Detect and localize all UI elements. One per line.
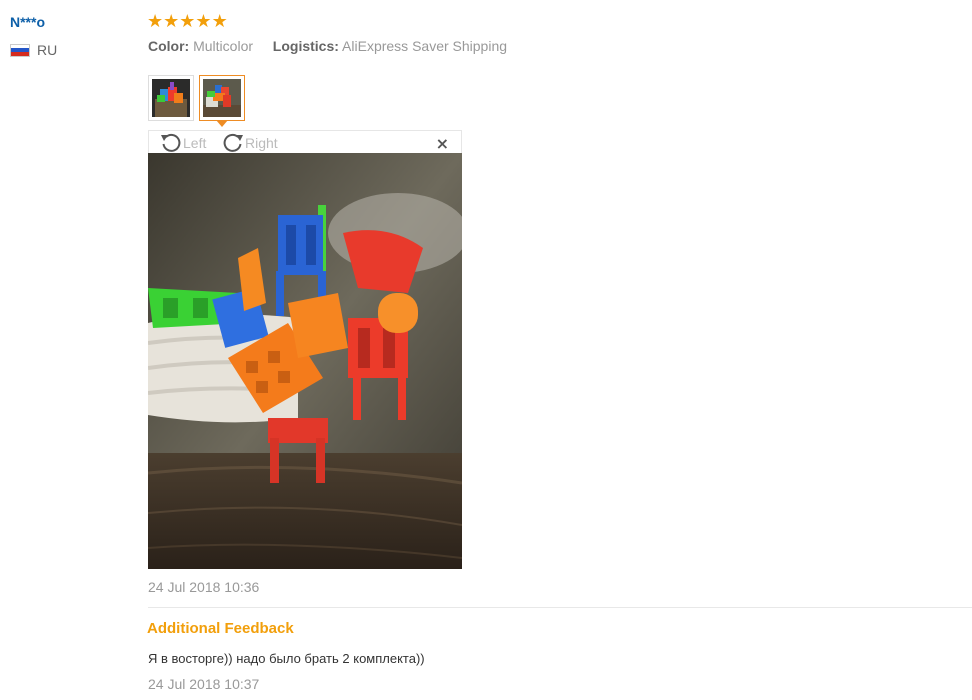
logistics-value: AliExpress Saver Shipping xyxy=(342,38,508,54)
order-meta: Color: Multicolor Logistics: AliExpress … xyxy=(148,38,507,54)
reviewer-name[interactable]: N***o xyxy=(10,14,45,30)
russia-flag-icon xyxy=(10,43,30,57)
feedback-divider xyxy=(148,607,972,608)
star-icon: ★ xyxy=(163,11,180,32)
rotate-left-button[interactable]: Left xyxy=(159,131,206,155)
thumbnail-image xyxy=(152,79,190,117)
additional-feedback-text: Я в восторге)) надо было брать 2 комплек… xyxy=(148,651,425,666)
star-icon: ★ xyxy=(179,11,196,32)
close-viewer-button[interactable]: × xyxy=(436,134,449,153)
color-label: Color: xyxy=(148,38,190,54)
photo-viewer-toolbar: Left Right × xyxy=(148,130,462,154)
additional-feedback-date: 24 Jul 2018 10:37 xyxy=(148,676,260,692)
stacked-chairs-photo xyxy=(148,153,462,569)
rotate-right-button[interactable]: Right xyxy=(221,131,278,155)
star-icon: ★ xyxy=(147,11,164,32)
reviewer-country: RU xyxy=(10,42,57,58)
rotate-left-label: Left xyxy=(183,135,207,151)
country-code: RU xyxy=(37,42,58,58)
star-rating: ★ ★ ★ ★ ★ xyxy=(147,12,228,32)
selected-thumbnail-pointer xyxy=(216,120,228,127)
review-photo-thumbnail-2[interactable] xyxy=(199,75,245,121)
logistics-label: Logistics: xyxy=(272,38,339,54)
review-date: 24 Jul 2018 10:36 xyxy=(148,579,260,595)
review-photo-large xyxy=(148,153,462,569)
rotate-right-icon xyxy=(223,133,243,152)
color-value: Multicolor xyxy=(193,38,254,54)
rotate-right-label: Right xyxy=(245,135,278,151)
star-icon: ★ xyxy=(211,11,228,32)
thumbnail-image xyxy=(203,79,241,117)
additional-feedback-title: Additional Feedback xyxy=(147,620,294,637)
star-icon: ★ xyxy=(195,11,212,32)
review-photo-thumbnail-1[interactable] xyxy=(148,75,194,121)
rotate-left-icon xyxy=(161,133,181,152)
